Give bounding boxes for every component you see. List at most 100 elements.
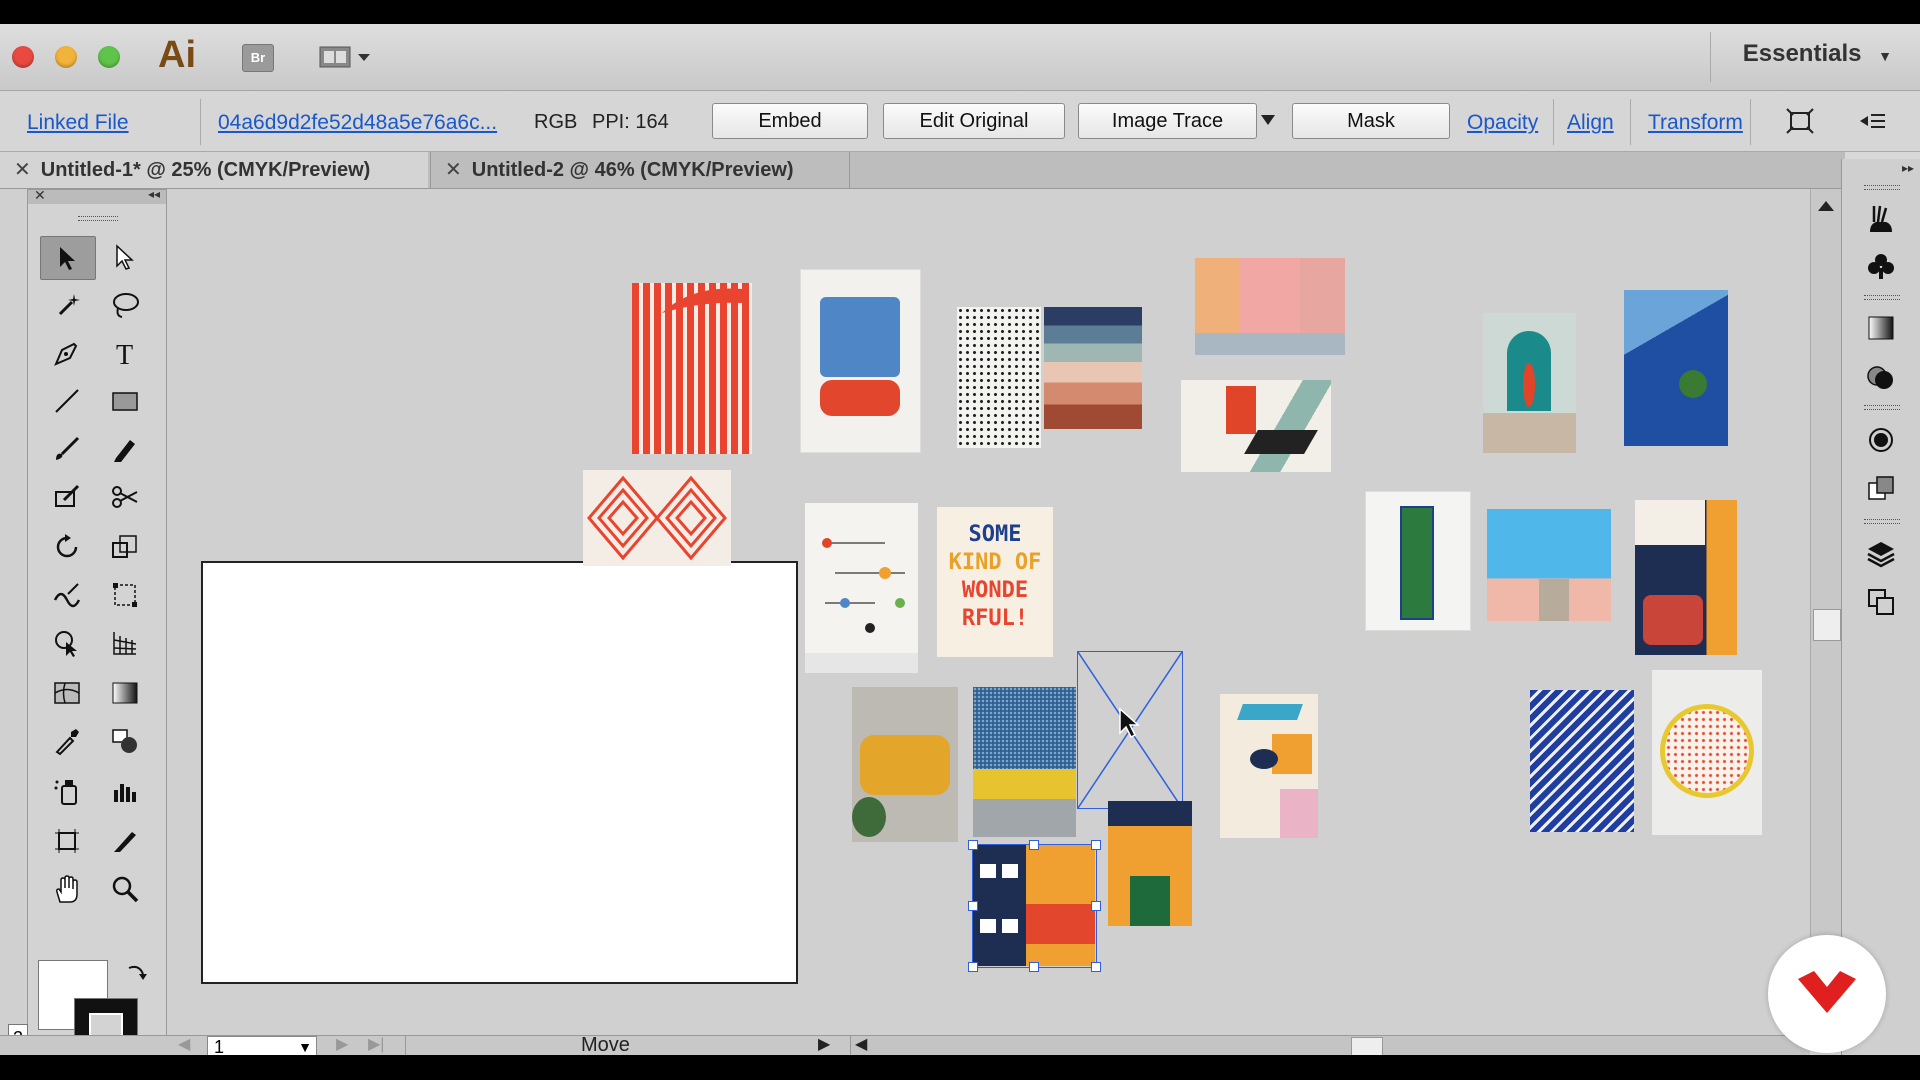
mesh-tool[interactable] (40, 672, 94, 714)
scroll-thumb[interactable] (1351, 1037, 1383, 1055)
blend-tool[interactable] (98, 720, 152, 762)
scroll-up-arrow[interactable] (1816, 199, 1836, 218)
resize-handle[interactable] (1091, 901, 1101, 911)
artboards-panel-button[interactable] (1862, 583, 1900, 621)
next-page-icon[interactable]: ▶ (336, 1034, 348, 1054)
chevron-down-icon[interactable]: ▼ (298, 1037, 312, 1055)
placed-image[interactable] (632, 283, 752, 454)
placed-image[interactable] (1108, 801, 1192, 926)
swap-fill-stroke-button[interactable] (125, 960, 149, 989)
close-icon[interactable]: ✕ (445, 159, 462, 181)
column-graph-tool[interactable] (98, 770, 152, 812)
placed-image[interactable] (805, 503, 918, 673)
first-page-icon[interactable]: ◀ (178, 1034, 190, 1054)
placed-image[interactable] (852, 687, 958, 842)
placed-image[interactable]: SOME KIND OF WONDE RFUL! (937, 507, 1053, 657)
collapse-icon[interactable]: ▸▸ (1902, 161, 1914, 175)
lasso-tool[interactable] (98, 284, 152, 326)
zoom-tool[interactable] (98, 868, 152, 910)
placed-image[interactable] (957, 307, 1041, 448)
pencil-tool[interactable] (98, 428, 152, 470)
mask-button[interactable]: Mask (1292, 103, 1450, 139)
panel-menu-button[interactable] (1858, 109, 1888, 138)
placed-image[interactable] (1220, 694, 1318, 838)
gradient-panel-button[interactable] (1862, 309, 1900, 347)
symbol-sprayer-tool[interactable] (40, 770, 94, 812)
placed-image[interactable] (1365, 491, 1471, 631)
rectangle-tool[interactable] (98, 380, 152, 422)
resize-handle[interactable] (968, 901, 978, 911)
artboard-tool[interactable] (40, 820, 94, 862)
placed-image[interactable] (1487, 509, 1611, 621)
warp-tool[interactable] (40, 574, 94, 616)
linked-file-link[interactable]: Linked File (27, 111, 129, 135)
collapse-icon[interactable]: ◂◂ (148, 187, 160, 201)
type-tool[interactable]: T (98, 332, 152, 374)
placed-image[interactable] (1483, 313, 1576, 453)
tab-untitled-2[interactable]: ✕ Untitled-2 @ 46% (CMYK/Preview) (430, 152, 850, 188)
blob-brush-tool[interactable] (40, 476, 94, 518)
arrange-documents-button[interactable] (318, 44, 374, 70)
shape-builder-tool[interactable] (40, 622, 94, 664)
magic-wand-tool[interactable] (40, 284, 94, 326)
horizontal-scrollbar[interactable]: ◀ (850, 1036, 1806, 1055)
vertical-scrollbar[interactable] (1810, 189, 1841, 1035)
selection-tool[interactable] (40, 236, 96, 280)
slice-tool[interactable] (98, 820, 152, 862)
edit-original-button[interactable]: Edit Original (883, 103, 1065, 139)
hand-tool[interactable] (40, 868, 94, 910)
resize-handle[interactable] (1091, 840, 1101, 850)
line-tool[interactable] (40, 380, 94, 422)
close-icon[interactable]: ✕ (14, 159, 31, 181)
bridge-button[interactable]: Br (242, 44, 274, 72)
isolate-button[interactable] (1785, 107, 1815, 140)
direct-selection-tool[interactable] (98, 236, 152, 278)
placed-image[interactable] (1195, 258, 1345, 355)
layers-panel-button[interactable] (1862, 535, 1900, 573)
appearance-panel-button[interactable] (1862, 421, 1900, 459)
image-trace-button[interactable]: Image Trace (1078, 103, 1257, 139)
align-link[interactable]: Align (1567, 111, 1614, 135)
scroll-thumb[interactable] (1813, 609, 1841, 641)
tab-untitled-1[interactable]: ✕ Untitled-1* @ 25% (CMYK/Preview) (0, 152, 428, 188)
artboard[interactable] (201, 561, 798, 984)
resize-handle[interactable] (1091, 962, 1101, 972)
zoom-window-button[interactable] (98, 46, 120, 68)
free-transform-tool[interactable] (98, 574, 152, 616)
close-icon[interactable]: ✕ (34, 187, 46, 204)
embed-button[interactable]: Embed (712, 103, 868, 139)
placed-image[interactable] (1624, 290, 1728, 446)
scroll-left-arrow[interactable]: ◀ (855, 1034, 867, 1054)
minimize-window-button[interactable] (55, 46, 77, 68)
page-number-field[interactable]: 1 ▼ (207, 1036, 317, 1055)
transparency-panel-button[interactable] (1862, 359, 1900, 397)
symbols-panel-button[interactable] (1862, 247, 1900, 285)
placed-image[interactable] (1181, 380, 1331, 472)
resize-handle[interactable] (968, 840, 978, 850)
status-menu-arrow-icon[interactable]: ▶ (818, 1034, 830, 1054)
close-window-button[interactable] (12, 46, 34, 68)
placed-image[interactable] (800, 269, 921, 453)
transform-link[interactable]: Transform (1648, 111, 1743, 135)
scissors-tool[interactable] (98, 476, 152, 518)
image-trace-dropdown[interactable] (1260, 113, 1276, 132)
pen-tool[interactable] (40, 332, 94, 374)
file-name-link[interactable]: 04a6d9d2fe52d48a5e76a6c... (218, 111, 497, 135)
document-canvas[interactable]: SOME KIND OF WONDE RFUL! (0, 189, 1810, 1035)
last-page-icon[interactable]: ▶| (368, 1034, 384, 1054)
opacity-link[interactable]: Opacity (1467, 111, 1538, 135)
scale-tool[interactable] (98, 526, 152, 568)
paintbrush-tool[interactable] (40, 428, 94, 470)
resize-handle[interactable] (1029, 840, 1039, 850)
panel-header[interactable]: ✕ ◂◂ (28, 187, 166, 204)
brushes-panel-button[interactable] (1862, 199, 1900, 237)
status-menu[interactable]: Move (405, 1034, 806, 1055)
placed-image[interactable] (1635, 500, 1737, 655)
placed-image[interactable] (1652, 670, 1762, 835)
resize-handle[interactable] (1029, 962, 1039, 972)
placed-image[interactable] (973, 687, 1076, 837)
rotate-tool[interactable] (40, 526, 94, 568)
selection-bounding-box[interactable] (968, 840, 1101, 972)
resize-handle[interactable] (968, 962, 978, 972)
eyedropper-tool[interactable] (40, 720, 94, 762)
